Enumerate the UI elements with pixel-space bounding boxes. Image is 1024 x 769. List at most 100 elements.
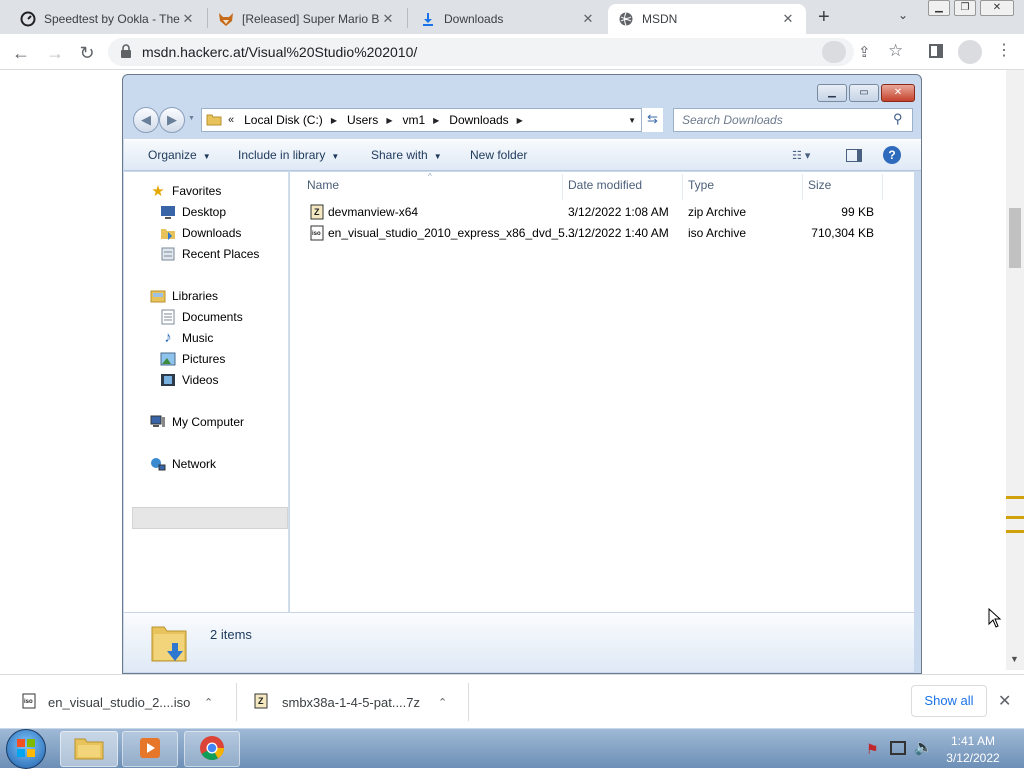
column-header-name[interactable]: Name bbox=[307, 178, 339, 192]
preview-pane-icon[interactable] bbox=[846, 149, 862, 162]
file-date: 3/12/2022 1:40 AM bbox=[568, 226, 669, 240]
taskbar-chrome-button[interactable] bbox=[184, 731, 240, 767]
column-header-date[interactable]: Date modified bbox=[568, 178, 642, 192]
file-row[interactable]: iso en_visual_studio_2010_express_x86_dv… bbox=[300, 223, 900, 244]
include-in-library-button[interactable]: Include in library ▼ bbox=[238, 148, 339, 162]
close-icon[interactable]: ✕ bbox=[580, 11, 596, 27]
url-text: msdn.hackerc.at/Visual%20Studio%202010/ bbox=[142, 44, 418, 60]
network-tray-icon[interactable] bbox=[890, 741, 906, 755]
recent-pages-chevron-icon[interactable]: ▼ bbox=[188, 115, 195, 122]
explorer-maximize-button[interactable]: ▭ bbox=[849, 84, 879, 102]
minimize-button[interactable]: ▁ bbox=[928, 0, 950, 16]
file-type: iso Archive bbox=[688, 226, 747, 240]
new-folder-button[interactable]: New folder bbox=[470, 148, 527, 162]
breadcrumb-local-disk[interactable]: Local Disk (C:) bbox=[244, 113, 323, 127]
breadcrumb-users[interactable]: Users bbox=[347, 113, 378, 127]
refresh-icon[interactable]: ⇆ bbox=[641, 108, 663, 132]
nav-music[interactable]: ♪ Music bbox=[160, 327, 213, 348]
column-header-size[interactable]: Size bbox=[808, 178, 831, 192]
column-header-type[interactable]: Type bbox=[688, 178, 714, 192]
download-item[interactable]: iso en_visual_studio_2....iso ⌃ bbox=[10, 675, 236, 729]
file-size: 99 KB bbox=[841, 205, 874, 219]
explorer-address-bar[interactable]: « Local Disk (C:) ▶ Users ▶ vm1 ▶ Downlo… bbox=[201, 108, 663, 132]
organize-label: Organize bbox=[148, 148, 197, 162]
breadcrumb-vm1[interactable]: vm1 bbox=[402, 113, 425, 127]
back-button[interactable]: ← bbox=[8, 40, 34, 66]
nav-desktop[interactable]: Desktop bbox=[160, 201, 226, 222]
action-center-flag-icon[interactable]: ⚑ bbox=[866, 741, 879, 758]
clock-time: 1:41 AM bbox=[950, 734, 996, 748]
search-input[interactable]: Search Downloads bbox=[673, 108, 913, 132]
page-scrollbar[interactable]: ▼ bbox=[1006, 70, 1024, 670]
search-icon[interactable]: ⚲ bbox=[893, 111, 903, 127]
iso-file-icon: iso bbox=[310, 225, 324, 244]
file-row[interactable]: Z devmanview-x64 3/12/2022 1:08 AM zip A… bbox=[300, 202, 900, 223]
file-size: 710,304 KB bbox=[811, 226, 874, 240]
nav-pictures[interactable]: Pictures bbox=[160, 348, 225, 369]
share-icon[interactable]: ⇪ bbox=[858, 43, 871, 61]
nav-label: Libraries bbox=[172, 288, 219, 303]
view-options-icon[interactable]: ☷ ▾ bbox=[792, 149, 810, 162]
tab-msdn[interactable]: MSDN ✕ bbox=[608, 4, 806, 34]
explorer-close-button[interactable]: ✕ bbox=[881, 84, 915, 102]
overflow-chevron-icon[interactable]: « bbox=[228, 114, 234, 126]
close-icon[interactable]: ✕ bbox=[180, 11, 196, 27]
breadcrumb-arrow-icon[interactable]: ▶ bbox=[331, 116, 337, 125]
nav-my-computer-highlight[interactable] bbox=[132, 507, 288, 529]
menu-kebab-icon[interactable]: ⋮ bbox=[996, 40, 1012, 60]
breadcrumb-arrow-icon[interactable]: ▶ bbox=[386, 116, 392, 125]
column-divider[interactable] bbox=[802, 174, 803, 200]
profile-avatar-icon[interactable] bbox=[958, 40, 982, 64]
new-tab-button[interactable]: + bbox=[818, 6, 830, 29]
scroll-down-arrow-icon[interactable]: ▼ bbox=[1010, 654, 1019, 664]
zoom-icon[interactable] bbox=[822, 41, 846, 63]
download-item[interactable]: Z smbx38a-1-4-5-pat....7z ⌃ bbox=[240, 675, 468, 729]
organize-button[interactable]: Organize ▼ bbox=[148, 148, 211, 162]
explorer-back-button[interactable]: ◀ bbox=[133, 107, 159, 133]
side-panel-icon[interactable] bbox=[929, 44, 943, 58]
explorer-forward-button[interactable]: ▶ bbox=[159, 107, 185, 133]
help-icon[interactable]: ? bbox=[883, 146, 901, 164]
nav-network[interactable]: Network bbox=[150, 453, 216, 474]
explorer-minimize-button[interactable]: ▁ bbox=[817, 84, 847, 102]
tab-strip: Speedtest by Ookla - The ✕ [Released] Su… bbox=[0, 0, 1024, 34]
breadcrumb-downloads[interactable]: Downloads bbox=[449, 113, 508, 127]
close-icon[interactable]: ✕ bbox=[780, 11, 796, 27]
show-all-button[interactable]: Show all bbox=[911, 685, 987, 717]
taskbar-media-player-button[interactable] bbox=[122, 731, 178, 767]
nav-favorites[interactable]: ★ Favorites bbox=[150, 180, 221, 201]
tab-search-chevron-icon[interactable]: ⌄ bbox=[898, 8, 908, 22]
system-clock[interactable]: 1:41 AM 3/12/2022 bbox=[930, 733, 1016, 767]
address-bar[interactable]: msdn.hackerc.at/Visual%20Studio%202010/ bbox=[108, 38, 854, 66]
taskbar-explorer-button[interactable] bbox=[60, 731, 118, 767]
scrollbar-thumb[interactable] bbox=[1009, 208, 1021, 268]
close-icon[interactable]: ✕ bbox=[380, 11, 396, 27]
column-divider[interactable] bbox=[882, 174, 883, 200]
share-with-button[interactable]: Share with ▼ bbox=[371, 148, 442, 162]
forward-button[interactable]: → bbox=[42, 40, 68, 66]
column-divider[interactable] bbox=[562, 174, 563, 200]
close-window-button[interactable]: ✕ bbox=[980, 0, 1014, 16]
breadcrumb-arrow-icon[interactable]: ▶ bbox=[517, 116, 523, 125]
column-divider[interactable] bbox=[682, 174, 683, 200]
breadcrumb-arrow-icon[interactable]: ▶ bbox=[433, 116, 439, 125]
nav-recent-places[interactable]: Recent Places bbox=[160, 243, 259, 264]
nav-libraries[interactable]: Libraries bbox=[150, 285, 218, 306]
chevron-up-icon[interactable]: ⌃ bbox=[204, 696, 213, 709]
nav-downloads[interactable]: Downloads bbox=[160, 222, 241, 243]
restore-button[interactable]: ❐ bbox=[954, 0, 976, 16]
reload-button[interactable]: ↻ bbox=[74, 40, 100, 66]
tab-speedtest[interactable]: Speedtest by Ookla - The ✕ bbox=[10, 4, 206, 34]
nav-videos[interactable]: Videos bbox=[160, 369, 218, 390]
zip-file-icon: Z bbox=[254, 693, 268, 712]
bookmark-star-icon[interactable]: ☆ bbox=[888, 41, 903, 61]
nav-label: Desktop bbox=[182, 204, 227, 219]
close-download-bar-icon[interactable]: ✕ bbox=[998, 691, 1011, 711]
tab-downloads[interactable]: Downloads ✕ bbox=[410, 4, 606, 34]
tab-mario[interactable]: [Released] Super Mario B ✕ bbox=[208, 4, 406, 34]
nav-documents[interactable]: Documents bbox=[160, 306, 243, 327]
nav-my-computer[interactable]: My Computer bbox=[150, 411, 244, 432]
chevron-up-icon[interactable]: ⌃ bbox=[438, 696, 447, 709]
address-dropdown-icon[interactable]: ▼ bbox=[628, 116, 636, 125]
tab-separator bbox=[407, 8, 408, 28]
